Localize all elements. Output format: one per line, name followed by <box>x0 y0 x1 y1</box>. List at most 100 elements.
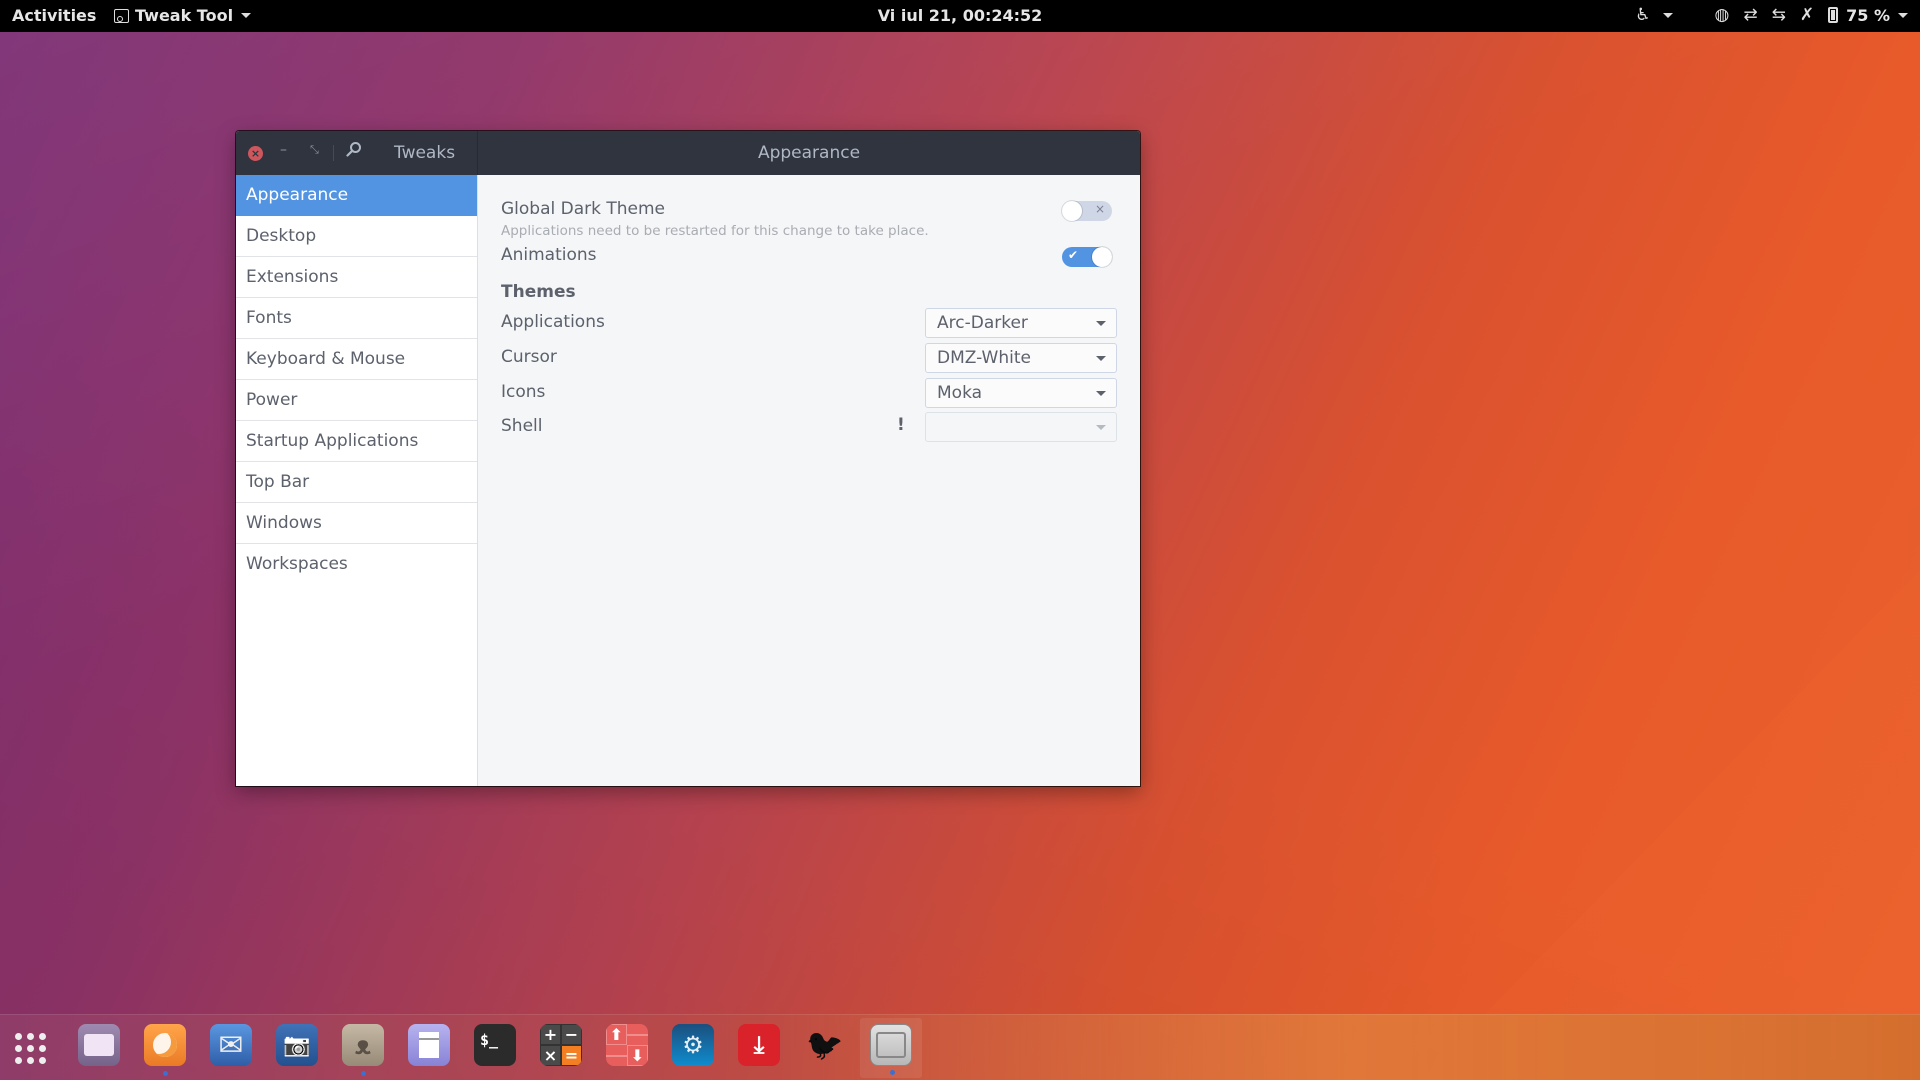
grid-dot <box>15 1045 22 1052</box>
grid-dot <box>27 1057 34 1064</box>
icons-theme-select[interactable]: Moka <box>925 378 1117 408</box>
grid-dot <box>27 1033 34 1040</box>
grid-dot <box>15 1033 22 1040</box>
switch-knob <box>1062 201 1082 221</box>
sidebar-item-top-bar[interactable]: Top Bar <box>236 462 477 503</box>
sidebar-item-power[interactable]: Power <box>236 380 477 421</box>
system-tray[interactable]: ♿︎ ◍ ⇄ ⇆ ✗ 75 % <box>1635 5 1908 25</box>
transfer-cell <box>606 1054 627 1057</box>
cursor-theme-value: DMZ-White <box>937 348 1031 368</box>
running-indicator <box>890 1070 895 1075</box>
files-icon[interactable] <box>78 1024 120 1066</box>
sidebar-item-extensions[interactable]: Extensions <box>236 257 477 298</box>
calc-minus: − <box>561 1024 582 1045</box>
transfer-icon[interactable]: ⬆ ⬇ <box>606 1024 648 1066</box>
firefox-icon[interactable] <box>144 1024 186 1076</box>
sidebar-item-keyboard-mouse[interactable]: Keyboard & Mouse <box>236 339 477 380</box>
icons-theme-value: Moka <box>937 383 983 403</box>
appearance-panel: Global Dark Theme Applications need to b… <box>479 175 1140 786</box>
gimp-icon[interactable] <box>342 1024 384 1076</box>
sidebar-item-startup-applications[interactable]: Startup Applications <box>236 421 477 462</box>
tweak-tool-icon <box>114 8 129 23</box>
applications-theme-value: Arc-Darker <box>937 313 1028 333</box>
minimize-icon: – <box>280 142 287 158</box>
calculator-icon[interactable]: + − × = <box>540 1024 582 1066</box>
chevron-down-icon <box>1662 12 1673 18</box>
switch-knob <box>1092 247 1112 267</box>
grid-dot <box>15 1057 22 1064</box>
sidebar: Appearance Desktop Extensions Fonts Keyb… <box>236 175 478 786</box>
bird-app-icon[interactable] <box>804 1024 846 1066</box>
tweak-tool-dock-icon[interactable] <box>870 1024 912 1075</box>
steam-icon[interactable] <box>672 1024 714 1066</box>
page-title: Appearance <box>757 143 861 163</box>
applications-theme-select[interactable]: Arc-Darker <box>925 308 1117 338</box>
network-vpn-icon: ◍ <box>1714 5 1730 25</box>
terminal-icon[interactable]: $_ <box>474 1024 516 1066</box>
header-left: × – ⤡ Tweaks <box>236 131 478 175</box>
header-bar: × – ⤡ Tweaks Appearance <box>236 131 1140 175</box>
app-title: Tweaks <box>394 143 456 163</box>
dropdown-arrow-icon <box>1096 321 1106 326</box>
dropdown-arrow-icon <box>1096 425 1106 430</box>
transfer-cell <box>627 1033 648 1036</box>
app-menu-label: Tweak Tool <box>135 6 234 25</box>
top-bar: Activities Tweak Tool Vi iul 21, 00:24:5… <box>0 0 1920 32</box>
animations-label: Animations <box>501 245 597 265</box>
wallpaper-facet <box>1420 570 1920 1080</box>
upload-arrow: ⬆ <box>606 1024 627 1045</box>
global-dark-theme-switch[interactable]: × <box>1062 201 1112 221</box>
close-icon: × <box>250 147 261 160</box>
sidebar-item-appearance[interactable]: Appearance <box>236 175 477 216</box>
calc-times: × <box>540 1045 561 1066</box>
clock[interactable]: Vi iul 21, 00:24:52 <box>878 6 1043 25</box>
sidebar-item-desktop[interactable]: Desktop <box>236 216 477 257</box>
off-icon: × <box>1094 202 1105 216</box>
accessibility-icon: ♿︎ <box>1635 5 1651 25</box>
mail-icon[interactable] <box>210 1024 252 1066</box>
calc-equals: = <box>561 1045 582 1066</box>
battery-label: 75 % <box>1846 5 1890 25</box>
grid-dot <box>27 1045 34 1052</box>
warning-icon: ! <box>897 415 905 435</box>
shell-theme-label: Shell <box>501 416 543 436</box>
icons-theme-label: Icons <box>501 382 546 402</box>
battery-icon <box>1828 7 1839 23</box>
calc-plus: + <box>540 1024 561 1045</box>
dock: $_ + − × = ⬆ ⬇ <box>0 1014 1920 1080</box>
network-transfer-icon: ⇄ <box>1743 5 1758 25</box>
text-editor-icon[interactable] <box>408 1024 450 1066</box>
chevron-down-icon <box>1898 12 1908 18</box>
sidebar-item-workspaces[interactable]: Workspaces <box>236 544 477 585</box>
sidebar-item-fonts[interactable]: Fonts <box>236 298 477 339</box>
dropdown-arrow-icon <box>1096 391 1106 396</box>
sidebar-item-windows[interactable]: Windows <box>236 503 477 544</box>
cursor-theme-label: Cursor <box>501 347 557 367</box>
show-applications-button[interactable] <box>15 1033 46 1064</box>
global-dark-theme-label: Global Dark Theme <box>501 199 666 219</box>
maximize-button[interactable]: ⤡ <box>310 143 319 157</box>
cursor-theme-select[interactable]: DMZ-White <box>925 343 1117 373</box>
minimize-button[interactable]: – <box>280 142 287 158</box>
downloader-icon[interactable] <box>738 1024 780 1066</box>
activities-button[interactable]: Activities <box>12 6 96 25</box>
shell-theme-select <box>925 412 1117 442</box>
header-separator <box>333 145 334 161</box>
animations-switch[interactable]: ✔ <box>1062 247 1112 267</box>
screenshot-icon[interactable] <box>276 1024 318 1066</box>
maximize-icon: ⤡ <box>310 143 319 156</box>
chevron-down-icon <box>241 13 252 18</box>
search-button[interactable] <box>346 141 362 162</box>
app-menu[interactable]: Tweak Tool <box>114 6 252 25</box>
close-button[interactable]: × <box>248 146 263 161</box>
applications-theme-label: Applications <box>501 312 605 332</box>
check-icon: ✔ <box>1068 248 1079 262</box>
accessibility-menu[interactable]: ♿︎ <box>1635 5 1673 25</box>
volume-muted-icon: ✗ <box>1799 5 1815 25</box>
terminal-glyph: $_ <box>480 1031 499 1049</box>
network-secure-icon: ⇆ <box>1771 5 1786 25</box>
running-indicator <box>163 1071 168 1076</box>
running-indicator <box>361 1071 366 1076</box>
download-arrow: ⬇ <box>627 1045 648 1066</box>
themes-heading: Themes <box>501 282 576 302</box>
